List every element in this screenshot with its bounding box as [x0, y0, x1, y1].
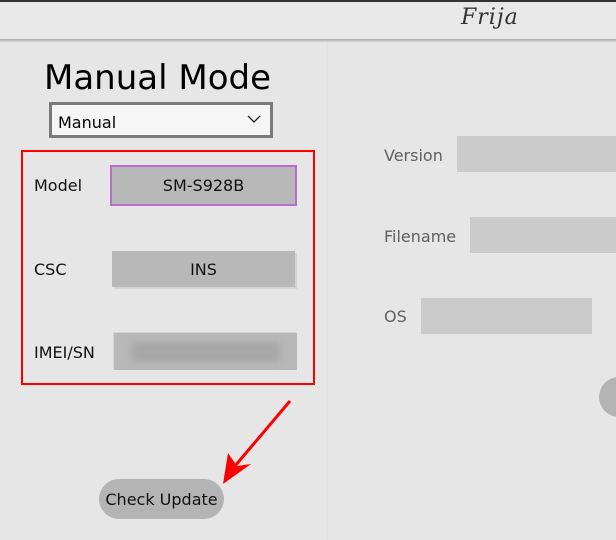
imei-field[interactable] [114, 333, 297, 370]
mode-select[interactable]: Manual [49, 102, 273, 138]
csc-label: CSC [34, 260, 67, 279]
model-field[interactable]: SM-S928B [110, 165, 297, 206]
os-field[interactable] [421, 298, 592, 334]
csc-value: INS [190, 259, 217, 279]
version-label: Version [384, 146, 443, 165]
csc-field[interactable]: INS [112, 251, 295, 287]
imei-redacted-value [131, 341, 280, 362]
filename-label: Filename [384, 227, 457, 246]
app-title: Frija [461, 5, 519, 30]
model-value: SM-S928B [162, 176, 245, 195]
filename-field[interactable] [470, 217, 616, 253]
right-panel [327, 42, 616, 540]
mode-select-value: Manual [58, 113, 117, 132]
title-bar: Frija [0, 0, 616, 39]
page-title: Manual Mode [44, 58, 271, 98]
version-field[interactable] [457, 136, 616, 172]
imei-label: IMEI/SN [34, 343, 95, 362]
check-update-button[interactable]: Check Update [99, 479, 224, 519]
annotation-arrow-icon [223, 400, 292, 484]
chevron-down-icon [247, 115, 261, 123]
model-label: Model [34, 176, 83, 195]
os-label: OS [384, 307, 407, 326]
